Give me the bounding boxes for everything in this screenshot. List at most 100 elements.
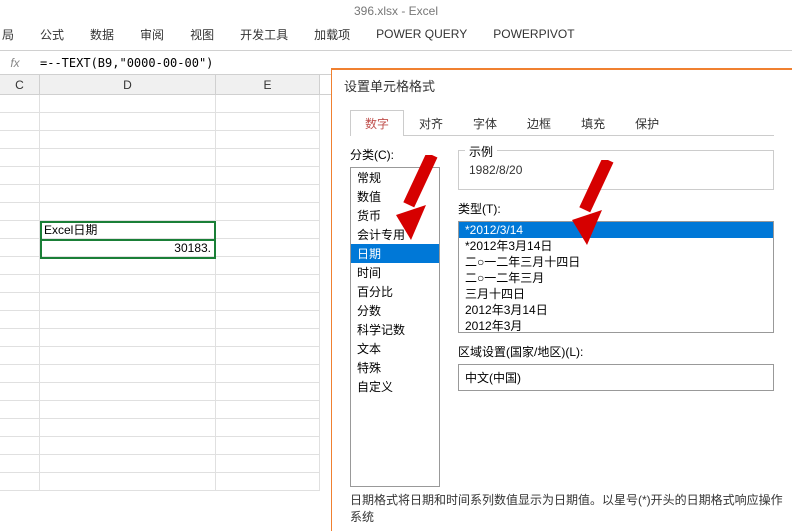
ribbon-tab-powerquery[interactable]: POWER QUERY [374,27,469,41]
cell[interactable] [40,311,216,329]
dialog-tab-alignment[interactable]: 对齐 [404,110,458,136]
category-list[interactable]: 常规 数值 货币 会计专用 日期 时间 百分比 分数 科学记数 文本 特殊 自定… [350,167,440,487]
cell[interactable] [0,455,40,473]
cell[interactable] [216,419,320,437]
cell[interactable] [0,239,40,257]
cell[interactable] [0,149,40,167]
type-item[interactable]: 二○一二年三月 [459,270,773,286]
dialog-tab-font[interactable]: 字体 [458,110,512,136]
cell[interactable] [216,293,320,311]
ribbon-tab-devtools[interactable]: 开发工具 [238,26,290,43]
cell[interactable] [216,275,320,293]
cell[interactable] [0,437,40,455]
ribbon-tab-review[interactable]: 审阅 [138,26,166,43]
cell[interactable] [40,455,216,473]
cell[interactable] [216,383,320,401]
cell[interactable] [40,419,216,437]
cell[interactable] [40,203,216,221]
cell[interactable] [0,365,40,383]
col-header-e[interactable]: E [216,75,320,94]
cell[interactable] [40,293,216,311]
category-percentage[interactable]: 百分比 [351,282,439,301]
category-text[interactable]: 文本 [351,339,439,358]
cell[interactable] [40,383,216,401]
fx-icon[interactable]: fx [0,56,30,70]
cell[interactable] [0,347,40,365]
type-item[interactable]: *2012年3月14日 [459,238,773,254]
dialog-tab-number[interactable]: 数字 [350,110,404,136]
category-number[interactable]: 数值 [351,187,439,206]
cell[interactable] [0,113,40,131]
cell[interactable] [0,401,40,419]
cell[interactable] [216,95,320,113]
dialog-tab-fill[interactable]: 填充 [566,110,620,136]
cell[interactable] [40,167,216,185]
ribbon-tab-layout[interactable]: 局 [0,26,16,43]
col-header-d[interactable]: D [40,75,216,94]
dialog-tab-border[interactable]: 边框 [512,110,566,136]
cell[interactable] [216,149,320,167]
type-item[interactable]: 2012年3月14日 [459,302,773,318]
cell[interactable] [0,167,40,185]
cell[interactable] [216,365,320,383]
cell[interactable] [216,401,320,419]
cell[interactable] [0,293,40,311]
category-fraction[interactable]: 分数 [351,301,439,320]
cell[interactable] [40,185,216,203]
cell[interactable] [0,275,40,293]
cell[interactable] [40,347,216,365]
cell[interactable] [216,437,320,455]
cell[interactable] [216,473,320,491]
cell[interactable] [0,311,40,329]
type-item[interactable]: 二○一二年三月十四日 [459,254,773,270]
cell[interactable] [0,95,40,113]
cell[interactable] [0,473,40,491]
cell-value[interactable]: 30183. [40,239,216,257]
cell[interactable] [40,401,216,419]
ribbon-tab-formulas[interactable]: 公式 [38,26,66,43]
cell[interactable] [216,239,320,257]
cell[interactable] [40,437,216,455]
type-item[interactable]: 三月十四日 [459,286,773,302]
type-list[interactable]: *2012/3/14 *2012年3月14日 二○一二年三月十四日 二○一二年三… [458,221,774,333]
cell[interactable] [216,203,320,221]
cell[interactable] [0,419,40,437]
dialog-tab-protection[interactable]: 保护 [620,110,674,136]
cell[interactable] [216,185,320,203]
ribbon-tab-addins[interactable]: 加载项 [312,26,352,43]
cell[interactable] [40,275,216,293]
ribbon-tab-powerpivot[interactable]: POWERPIVOT [491,27,576,41]
cell[interactable] [40,149,216,167]
cell[interactable] [0,131,40,149]
cell[interactable] [40,257,216,275]
category-time[interactable]: 时间 [351,263,439,282]
cell[interactable] [216,347,320,365]
category-accounting[interactable]: 会计专用 [351,225,439,244]
category-special[interactable]: 特殊 [351,358,439,377]
cell[interactable] [216,311,320,329]
cell[interactable] [216,257,320,275]
ribbon-tab-data[interactable]: 数据 [88,26,116,43]
cell[interactable] [40,329,216,347]
cell[interactable] [0,383,40,401]
cell[interactable] [40,113,216,131]
category-custom[interactable]: 自定义 [351,377,439,396]
category-general[interactable]: 常规 [351,168,439,187]
cell[interactable] [40,131,216,149]
cell[interactable] [40,95,216,113]
cell[interactable] [40,473,216,491]
cell[interactable] [0,221,40,239]
cell[interactable] [0,185,40,203]
type-item[interactable]: 2012年3月 [459,318,773,333]
cell[interactable] [0,203,40,221]
category-currency[interactable]: 货币 [351,206,439,225]
cell[interactable]: Excel日期 [40,221,216,239]
category-scientific[interactable]: 科学记数 [351,320,439,339]
cell[interactable] [40,365,216,383]
cell[interactable] [216,113,320,131]
col-header-c[interactable]: C [0,75,40,94]
cell[interactable] [216,221,320,239]
cell[interactable] [216,329,320,347]
category-date[interactable]: 日期 [351,244,439,263]
cell[interactable] [216,167,320,185]
